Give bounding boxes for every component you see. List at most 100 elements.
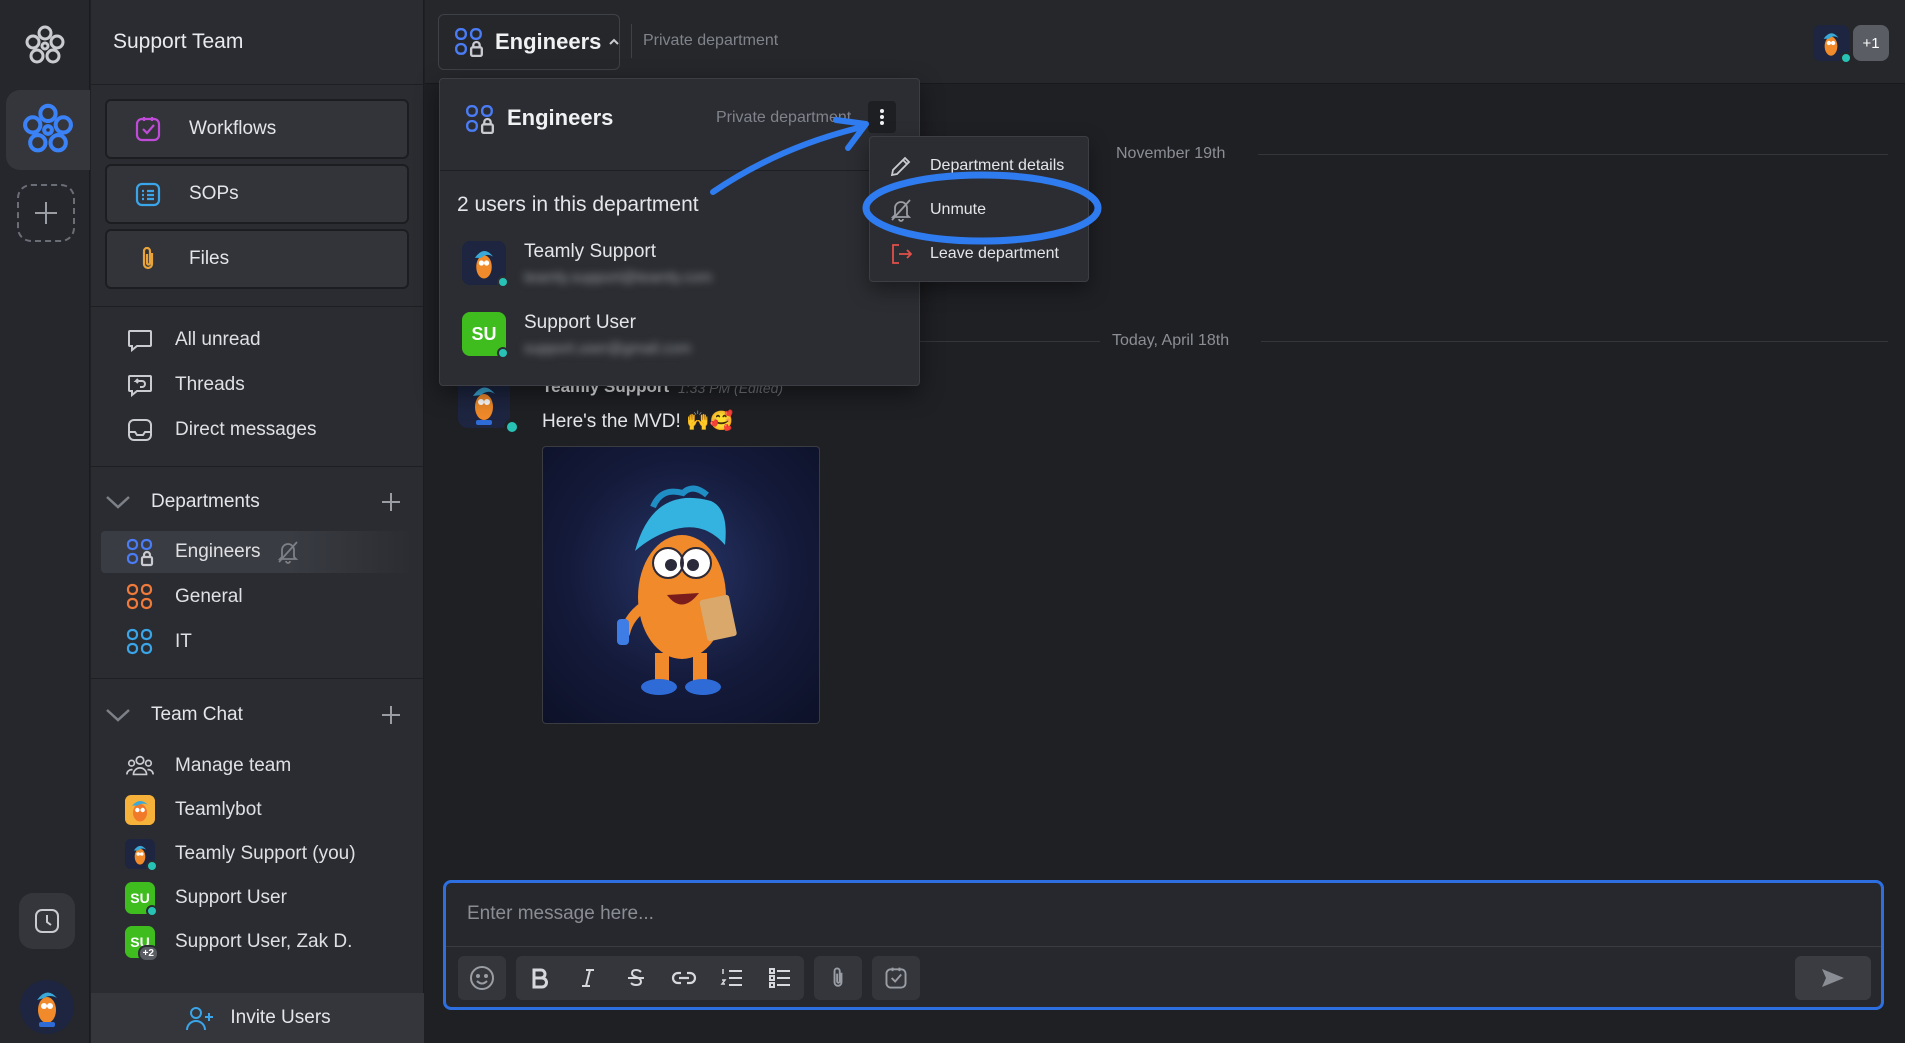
avatar	[125, 839, 158, 872]
bullet-list-icon[interactable]	[756, 956, 804, 1000]
link-icon[interactable]	[660, 956, 708, 1000]
departments-section-header[interactable]: Departments	[103, 482, 413, 522]
sidebar: Support Team Workflows SOPs Files All un…	[91, 0, 424, 1043]
numbered-list-icon[interactable]	[708, 956, 756, 1000]
add-workspace-button[interactable]	[17, 184, 75, 242]
user-avatar[interactable]	[20, 980, 74, 1034]
date-divider: November 19th	[1116, 145, 1226, 162]
menu-item-label: Leave department	[930, 245, 1059, 262]
private-department-icon	[464, 103, 496, 135]
bell-off-icon	[888, 197, 914, 223]
strikethrough-icon[interactable]	[612, 956, 660, 1000]
member-email-blurred: support.user@gmail.com	[524, 340, 691, 357]
online-status-dot	[146, 860, 158, 872]
sidebar-item-engineers[interactable]: Engineers	[125, 532, 301, 572]
chevron-down-icon	[103, 700, 133, 730]
member-row[interactable]: SU Support User support.user@gmail.com	[462, 312, 691, 359]
task-icon[interactable]	[872, 956, 920, 1000]
workspace-title: Support Team	[113, 30, 244, 53]
chat-bubble-icon	[125, 325, 155, 355]
avatar-initials: SU	[471, 323, 497, 344]
sops-button[interactable]: SOPs	[105, 164, 409, 224]
department-header-button[interactable]: Engineers	[438, 14, 620, 70]
avatar: SU +2	[125, 926, 159, 962]
header-privacy-label: Private department	[643, 32, 779, 49]
member-name: Support User	[524, 312, 636, 333]
member-row[interactable]: Teamly Support teamly.support@teamly.com	[462, 241, 713, 288]
avatar-initials: SU	[130, 890, 150, 906]
sidebar-item-general[interactable]: General	[125, 577, 243, 617]
private-department-icon	[125, 537, 155, 567]
workspace-rail	[0, 0, 90, 1043]
chat-header: Engineers Private department +1	[425, 0, 1905, 84]
engineers-label: Engineers	[175, 541, 261, 562]
workflows-label: Workflows	[189, 118, 277, 139]
member-count-badge: +2	[137, 945, 159, 962]
sidebar-item-support-user[interactable]: SU Support User	[125, 878, 287, 918]
private-department-icon	[453, 26, 485, 58]
sidebar-item-it[interactable]: IT	[125, 622, 192, 662]
date-divider-line	[1258, 154, 1888, 155]
online-status-dot	[146, 905, 158, 917]
nav-direct-messages[interactable]: Direct messages	[125, 410, 317, 450]
sidebar-item-manage-team[interactable]: Manage team	[125, 746, 291, 786]
divider	[91, 678, 423, 679]
message-image-attachment[interactable]	[542, 446, 820, 724]
teamlybot-label: Teamlybot	[175, 799, 262, 820]
menu-item-unmute[interactable]: Unmute	[870, 188, 1088, 232]
avatar: SU	[462, 312, 509, 359]
divider	[631, 24, 632, 58]
workflows-button[interactable]: Workflows	[105, 99, 409, 159]
team-chat-section-header[interactable]: Team Chat	[103, 695, 413, 735]
avatar	[125, 795, 155, 825]
nav-threads[interactable]: Threads	[125, 365, 245, 405]
member-email-blurred: teamly.support@teamly.com	[524, 269, 713, 286]
workflows-icon	[133, 114, 163, 144]
manage-team-label: Manage team	[175, 755, 292, 776]
group-chat-label: Support User, Zak D.	[175, 931, 353, 952]
avatar: SU	[125, 882, 158, 917]
divider	[446, 946, 1881, 947]
sidebar-item-teamly-support[interactable]: Teamly Support (you)	[125, 834, 356, 874]
history-button[interactable]	[19, 893, 75, 949]
divider	[91, 306, 423, 307]
departments-title: Departments	[151, 491, 260, 512]
header-department-name: Engineers	[495, 29, 602, 54]
menu-item-department-details[interactable]: Department details	[870, 144, 1088, 188]
menu-item-label: Unmute	[930, 201, 987, 218]
online-status-dot	[497, 276, 509, 288]
sidebar-item-group-chat[interactable]: SU +2 Support User, Zak D.	[125, 922, 352, 962]
divider	[91, 466, 423, 467]
add-chat-icon[interactable]	[379, 703, 403, 727]
extra-members-badge[interactable]: +1	[1853, 25, 1889, 61]
bold-icon[interactable]	[516, 956, 564, 1000]
threads-icon	[125, 370, 155, 400]
formatting-toolbar	[458, 956, 930, 1000]
message-input[interactable]	[446, 883, 1881, 945]
paperclip-icon	[133, 244, 163, 274]
pencil-icon	[888, 153, 914, 179]
date-divider: Today, April 18th	[1112, 332, 1230, 349]
send-button[interactable]	[1795, 956, 1871, 1000]
avatar	[462, 241, 509, 288]
online-status-dot	[1840, 52, 1852, 64]
menu-item-leave-department[interactable]: Leave department	[870, 232, 1088, 276]
online-status-dot	[504, 419, 520, 435]
chevron-up-icon	[607, 35, 621, 49]
date-divider-line	[1261, 341, 1888, 342]
more-options-button[interactable]	[868, 101, 896, 133]
member-avatars[interactable]: +1	[1813, 25, 1889, 64]
sidebar-item-teamlybot[interactable]: Teamlybot	[125, 790, 262, 830]
nav-threads-label: Threads	[175, 374, 245, 395]
general-label: General	[175, 586, 243, 607]
add-department-icon[interactable]	[379, 490, 403, 514]
attach-icon[interactable]	[814, 956, 862, 1000]
invite-users-button[interactable]: Invite Users	[91, 993, 424, 1043]
emoji-icon[interactable]	[458, 956, 506, 1000]
nav-all-unread[interactable]: All unread	[125, 320, 261, 360]
department-options-menu: Department details Unmute Leave departme…	[869, 136, 1089, 282]
files-button[interactable]: Files	[105, 229, 409, 289]
teamly-logo-icon	[23, 24, 67, 68]
italic-icon[interactable]	[564, 956, 612, 1000]
workspace-switch-button[interactable]	[6, 90, 90, 170]
